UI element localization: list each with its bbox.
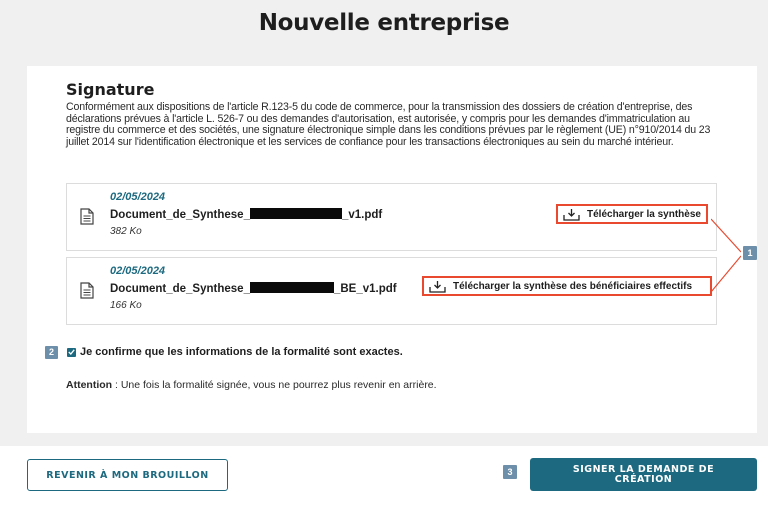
download-icon xyxy=(429,280,446,293)
download-label: Télécharger la synthèse des bénéficiaire… xyxy=(453,280,692,292)
confirm-row: Je confirme que les informations de la f… xyxy=(43,346,403,358)
annotation-bracket xyxy=(711,218,741,293)
document-item: 02/05/2024 Document_de_Synthese_ _BE_v1.p… xyxy=(66,257,717,325)
document-item: 02/05/2024 Document_de_Synthese_ _v1.pdf … xyxy=(66,183,717,251)
redacted-block xyxy=(249,208,342,219)
confirm-label[interactable]: Je confirme que les informations de la f… xyxy=(80,346,403,358)
check-icon xyxy=(68,349,75,355)
file-icon xyxy=(80,208,94,225)
confirm-checkbox[interactable] xyxy=(67,347,76,357)
sign-request-button[interactable]: SIGNER LA DEMANDE DE CRÉATION xyxy=(530,458,757,491)
document-date: 02/05/2024 xyxy=(110,191,166,203)
page-title: Nouvelle entreprise xyxy=(258,10,510,36)
attention-text: : Une fois la formalité signée, vous ne … xyxy=(112,379,437,391)
attention-note: Attention : Une fois la formalité signée… xyxy=(66,379,437,391)
download-synthese-button[interactable]: Télécharger la synthèse xyxy=(556,204,708,224)
document-date: 02/05/2024 xyxy=(110,265,166,277)
file-icon xyxy=(80,282,94,299)
download-icon xyxy=(563,208,580,221)
document-name: Document_de_Synthese_ _v1.pdf xyxy=(110,208,383,221)
annotation-badge-3: 3 xyxy=(503,465,517,479)
signature-card: Signature Conformément aux dispositions … xyxy=(27,66,757,433)
legal-text: Conformément aux dispositions de l'artic… xyxy=(66,101,711,148)
footer-bar: REVENIR À MON BROUILLON 3 SIGNER LA DEMA… xyxy=(0,446,768,508)
document-size: 382 Ko xyxy=(110,226,142,237)
annotation-badge-1: 1 xyxy=(743,246,757,260)
signature-heading: Signature xyxy=(66,80,155,99)
back-to-draft-button[interactable]: REVENIR À MON BROUILLON xyxy=(27,459,228,491)
annotation-badge-2: 2 xyxy=(45,346,58,359)
document-name: Document_de_Synthese_ _BE_v1.pdf xyxy=(110,282,397,295)
document-size: 166 Ko xyxy=(110,300,142,311)
download-beneficiaires-button[interactable]: Télécharger la synthèse des bénéficiaire… xyxy=(422,276,712,296)
redacted-block xyxy=(249,282,334,293)
attention-label: Attention xyxy=(66,379,113,391)
download-label: Télécharger la synthèse xyxy=(587,208,701,220)
